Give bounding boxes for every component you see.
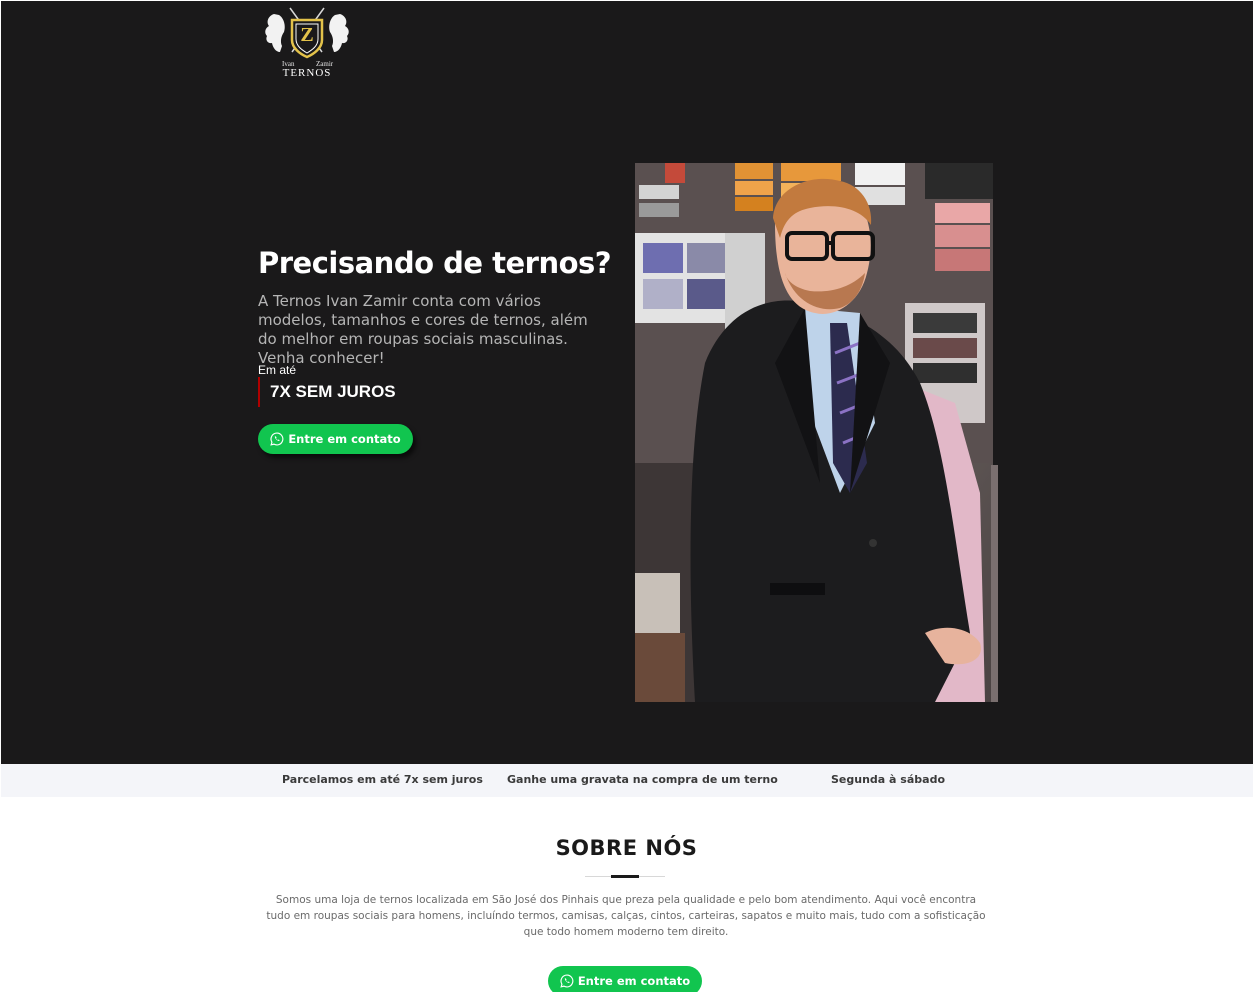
hero-juros-highlight: 7X SEM JUROS: [258, 377, 396, 407]
about-contact-button-label: Entre em contato: [577, 974, 691, 988]
logo-letter: Z: [300, 24, 314, 46]
whatsapp-icon: [270, 432, 284, 446]
hero-contact-button-label: Entre em contato: [288, 432, 401, 446]
about-contact-button[interactable]: Entre em contato: [548, 966, 702, 992]
hero-description: A Ternos Ivan Zamir conta com vários mod…: [258, 292, 588, 367]
ternos-ivan-zamir-logo[interactable]: Z Ivan Zamir TERNOS: [262, 6, 352, 79]
logo-word: TERNOS: [282, 67, 332, 79]
hero-em-ate-label: Em até: [258, 363, 297, 377]
hero-photo-edge: [991, 465, 998, 702]
hero-section: [1, 1, 1253, 764]
hero-juros-text: 7X SEM JUROS: [270, 382, 396, 401]
about-title: SOBRE NÓS: [555, 836, 698, 860]
features-strip: Parcelamos em até 7x sem juros Ganhe uma…: [1, 764, 1253, 797]
hero-title: Precisando de ternos?: [258, 246, 612, 280]
about-divider-accent: [611, 875, 639, 878]
feature-parcelamento: Parcelamos em até 7x sem juros: [282, 773, 483, 786]
hero-photo-man-in-suit: [635, 163, 993, 702]
feature-gravata: Ganhe uma gravata na compra de um terno: [507, 773, 778, 786]
hero-contact-button[interactable]: Entre em contato: [258, 424, 413, 454]
feature-horario: Segunda à sábado: [831, 773, 945, 786]
about-text: Somos uma loja de ternos localizada em S…: [266, 894, 986, 938]
whatsapp-icon: [560, 974, 574, 988]
